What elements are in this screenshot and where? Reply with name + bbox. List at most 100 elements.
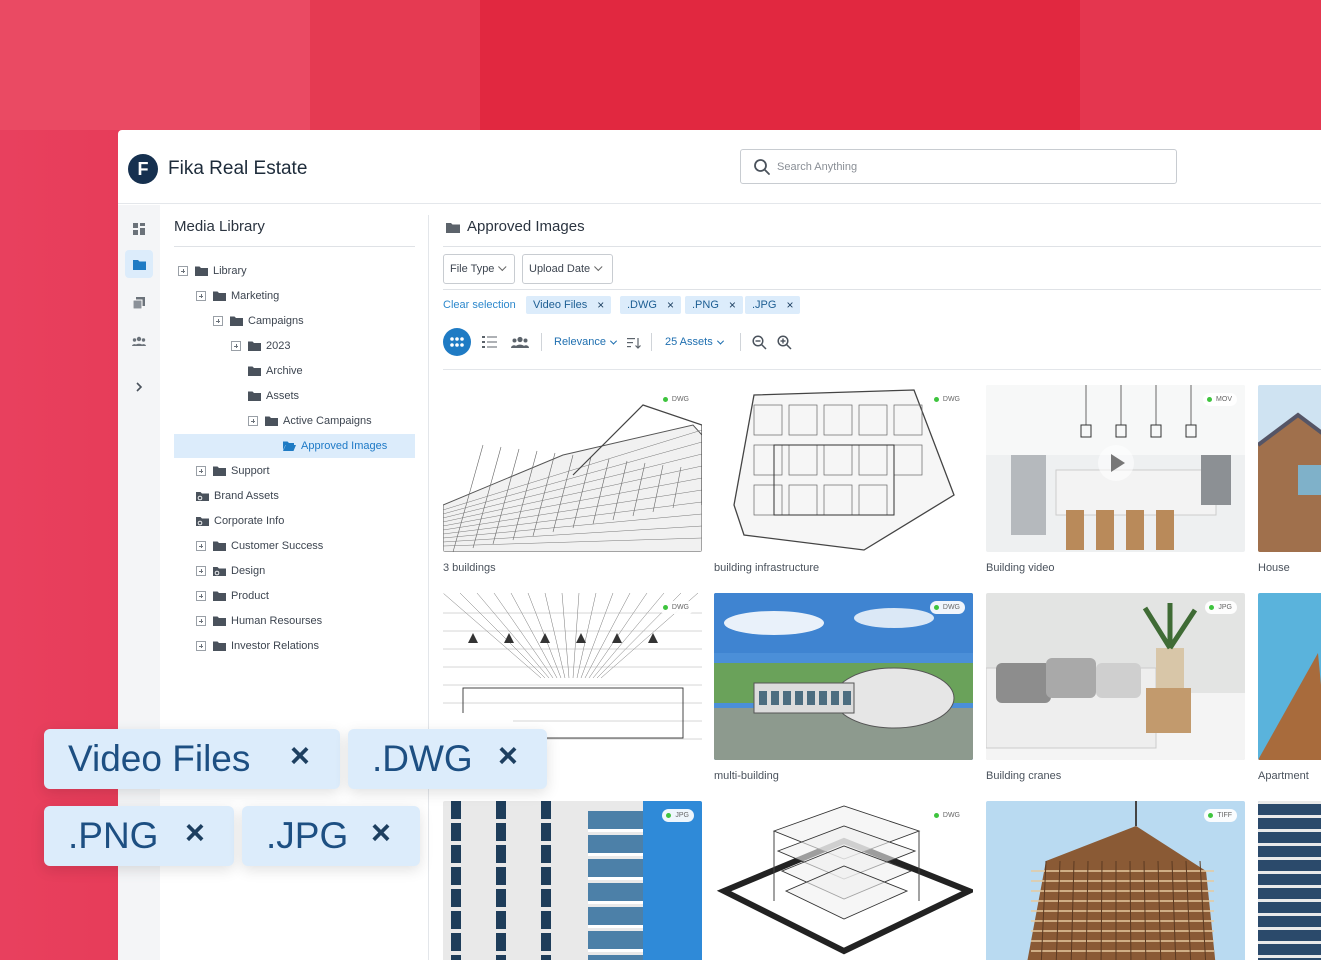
close-icon[interactable]: × bbox=[371, 814, 391, 853]
folder-icon bbox=[213, 541, 226, 551]
asset-card[interactable]: DWG 3 buildings bbox=[443, 385, 702, 585]
asset-count-dropdown[interactable]: 25 Assets bbox=[665, 336, 724, 348]
grid-view-icon[interactable] bbox=[443, 328, 471, 356]
tree-item[interactable]: Customer Success bbox=[196, 534, 323, 558]
file-type-filter[interactable]: File Type bbox=[443, 254, 515, 284]
expand-icon[interactable] bbox=[178, 266, 188, 276]
asset-thumbnail[interactable] bbox=[1258, 385, 1321, 552]
tree-item[interactable]: Marketing bbox=[196, 284, 279, 308]
zoom-in-icon[interactable] bbox=[777, 335, 792, 350]
tree-item-label: Design bbox=[231, 565, 266, 577]
asset-card[interactable]: House bbox=[1258, 385, 1321, 585]
tree-item[interactable]: Corporate Info bbox=[196, 509, 284, 533]
divider bbox=[443, 246, 1321, 247]
asset-thumbnail[interactable]: DWG bbox=[714, 801, 973, 960]
expand-icon[interactable] bbox=[196, 591, 206, 601]
asset-caption: multi-building bbox=[714, 770, 779, 782]
tree-item[interactable]: Library bbox=[178, 259, 247, 283]
panel-divider bbox=[428, 215, 429, 960]
expand-icon[interactable] bbox=[196, 616, 206, 626]
expand-icon[interactable] bbox=[213, 316, 223, 326]
asset-thumbnail[interactable]: DWG bbox=[443, 385, 702, 552]
close-icon[interactable]: × bbox=[786, 298, 793, 312]
close-icon[interactable]: × bbox=[185, 814, 205, 853]
close-icon[interactable]: × bbox=[729, 298, 736, 312]
chevron-right-icon[interactable] bbox=[125, 373, 153, 401]
tree-item[interactable]: Archive bbox=[248, 359, 303, 383]
tree-item[interactable]: Investor Relations bbox=[196, 634, 319, 658]
close-icon[interactable]: × bbox=[498, 737, 518, 776]
folder-icon bbox=[213, 616, 226, 626]
sort-dropdown[interactable]: Relevance bbox=[554, 336, 618, 348]
folder-icon bbox=[195, 266, 208, 276]
asset-thumbnail[interactable]: JPG bbox=[986, 593, 1245, 760]
brand-name[interactable]: Fika Real Estate bbox=[168, 158, 307, 180]
chevron-down-icon bbox=[498, 262, 507, 272]
tree-item[interactable]: Human Resourses bbox=[196, 609, 322, 633]
filter-chip-video-files[interactable]: Video Files × bbox=[526, 296, 612, 314]
expand-icon[interactable] bbox=[196, 566, 206, 576]
expand-icon[interactable] bbox=[196, 466, 206, 476]
asset-card[interactable]: TIFF bbox=[986, 801, 1245, 960]
asset-card[interactable]: MOV Building video bbox=[986, 385, 1245, 585]
tree-item[interactable]: Support bbox=[196, 459, 270, 483]
filter-chip-jpg[interactable]: .JPG × bbox=[745, 296, 801, 314]
tree-item[interactable]: Active Campaigns bbox=[248, 409, 372, 433]
asset-card[interactable]: JPG Building cranes bbox=[986, 593, 1245, 793]
tree-item[interactable]: Product bbox=[196, 584, 269, 608]
tree-item[interactable]: 2023 bbox=[231, 334, 290, 358]
expand-icon[interactable] bbox=[248, 416, 258, 426]
tree-item[interactable]: Approved Images bbox=[174, 434, 415, 458]
filter-chip-png[interactable]: .PNG × bbox=[685, 296, 743, 314]
tree-item[interactable]: Campaigns bbox=[213, 309, 304, 333]
close-icon[interactable]: × bbox=[290, 737, 310, 776]
overlay-chip-jpg[interactable]: .JPG × bbox=[242, 806, 420, 866]
folder-icon[interactable] bbox=[125, 250, 153, 278]
status-dot-icon bbox=[1208, 813, 1214, 818]
folder-icon bbox=[213, 291, 226, 301]
divider bbox=[651, 333, 652, 351]
users-icon[interactable] bbox=[125, 327, 153, 355]
search-box[interactable] bbox=[740, 149, 1177, 184]
asset-card[interactable] bbox=[1258, 801, 1321, 960]
clear-selection-link[interactable]: Clear selection bbox=[443, 299, 516, 311]
list-view-icon[interactable] bbox=[482, 335, 497, 349]
asset-card[interactable]: DWG bbox=[714, 801, 973, 960]
upload-date-filter[interactable]: Upload Date bbox=[522, 254, 613, 284]
asset-card[interactable]: Apartment bbox=[1258, 593, 1321, 793]
overlay-chip-dwg[interactable]: .DWG × bbox=[348, 729, 547, 789]
dashboard-icon[interactable] bbox=[125, 215, 153, 243]
collections-icon[interactable] bbox=[125, 289, 153, 317]
asset-thumbnail[interactable]: DWG bbox=[714, 593, 973, 760]
tree-item[interactable]: Assets bbox=[248, 384, 299, 408]
asset-card[interactable]: DWG building infrastructure bbox=[714, 385, 973, 585]
users-icon[interactable] bbox=[511, 336, 529, 348]
tree-item[interactable]: Brand Assets bbox=[196, 484, 279, 508]
tree-item[interactable]: Design bbox=[196, 559, 265, 583]
asset-thumbnail[interactable]: TIFF bbox=[986, 801, 1245, 960]
asset-card[interactable]: DWG multi-building bbox=[714, 593, 973, 793]
tree-item-label: Assets bbox=[266, 390, 300, 402]
expand-icon[interactable] bbox=[196, 641, 206, 651]
zoom-out-icon[interactable] bbox=[752, 335, 767, 350]
asset-thumbnail[interactable]: DWG bbox=[714, 385, 973, 552]
format-badge: DWG bbox=[929, 393, 965, 406]
expand-icon[interactable] bbox=[196, 291, 206, 301]
close-icon[interactable]: × bbox=[667, 298, 674, 312]
overlay-chip-video-files[interactable]: Video Files × bbox=[44, 729, 340, 789]
asset-thumbnail[interactable] bbox=[1258, 801, 1321, 960]
asset-thumbnail[interactable]: JPG bbox=[443, 801, 702, 960]
expand-icon[interactable] bbox=[231, 341, 241, 351]
asset-thumbnail[interactable]: MOV bbox=[986, 385, 1245, 552]
close-icon[interactable]: × bbox=[597, 298, 604, 312]
search-input[interactable] bbox=[777, 156, 1157, 178]
asset-card[interactable]: JPG bbox=[443, 801, 702, 960]
overlay-chip-png[interactable]: .PNG × bbox=[44, 806, 234, 866]
tree-item-label: Human Resourses bbox=[231, 615, 323, 627]
expand-icon[interactable] bbox=[196, 541, 206, 551]
overlay-chip-label: .DWG bbox=[372, 738, 473, 779]
sort-order-icon[interactable] bbox=[627, 337, 641, 349]
filter-chip-dwg[interactable]: .DWG × bbox=[620, 296, 681, 314]
asset-thumbnail[interactable] bbox=[1258, 593, 1321, 760]
brand-logo[interactable]: F bbox=[128, 154, 158, 184]
